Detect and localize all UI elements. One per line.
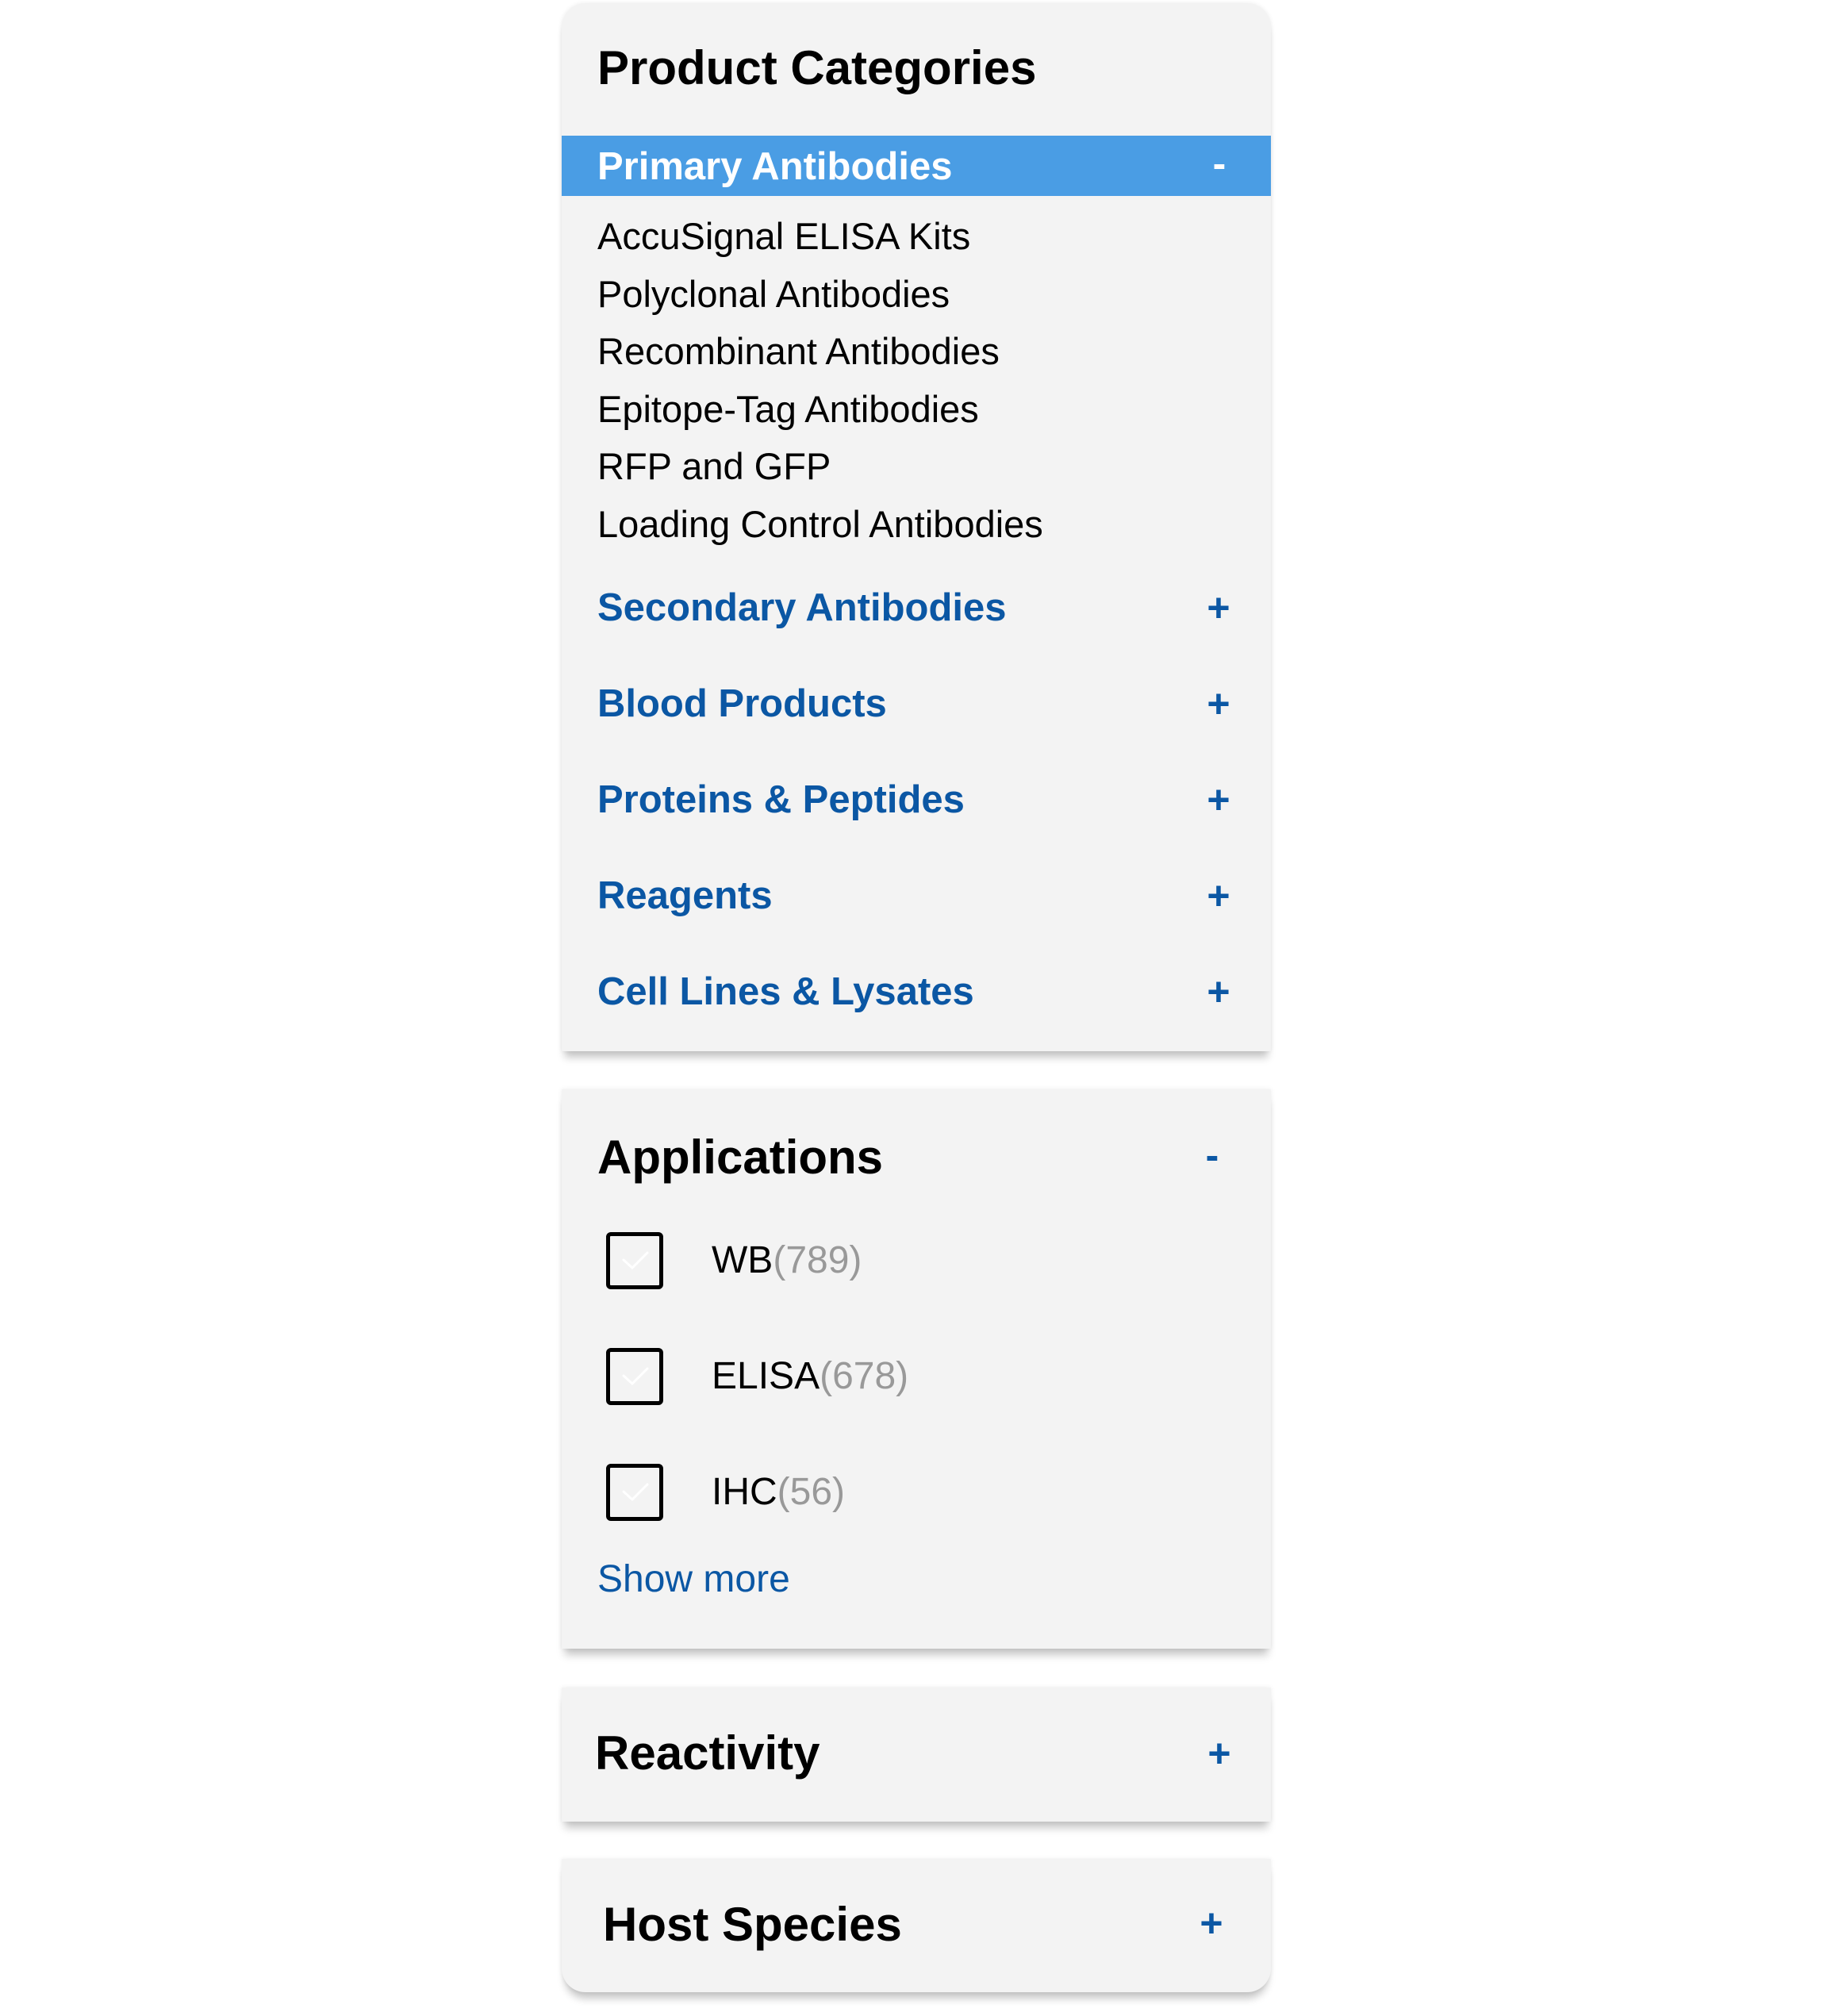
subcategory-epitope-tag-antibodies[interactable]: Epitope-Tag Antibodies — [597, 381, 1043, 439]
expand-icon[interactable]: + — [1199, 588, 1238, 628]
option-label: ELISA(678) — [712, 1355, 909, 1397]
collapse-icon[interactable]: - — [1192, 1135, 1232, 1175]
option-label: WB(789) — [712, 1239, 862, 1281]
applications-filter-panel: Applications - WB(789) ELISA(678) IHC(56… — [562, 1089, 1271, 1649]
expand-icon[interactable]: + — [1200, 1734, 1239, 1773]
category-label: Blood Products — [597, 682, 887, 725]
checkbox[interactable] — [606, 1232, 663, 1289]
category-cell-lines-lysates[interactable]: Cell Lines & Lysates + — [562, 960, 1271, 1023]
expand-icon[interactable]: + — [1199, 972, 1238, 1012]
expand-icon[interactable]: + — [1199, 684, 1238, 724]
checkbox[interactable] — [606, 1464, 663, 1521]
category-reagents[interactable]: Reagents + — [562, 864, 1271, 927]
check-icon — [622, 1483, 649, 1502]
expand-icon[interactable]: + — [1192, 1903, 1231, 1943]
option-count: (56) — [777, 1471, 846, 1513]
category-primary-antibodies[interactable]: Primary Antibodies - — [562, 136, 1271, 196]
category-label: Reagents — [597, 874, 773, 917]
category-blood-products[interactable]: Blood Products + — [562, 672, 1271, 735]
category-label: Secondary Antibodies — [597, 586, 1007, 629]
reactivity-title: Reactivity — [595, 1726, 820, 1780]
subcategory-rfp-and-gfp[interactable]: RFP and GFP — [597, 438, 1043, 496]
expand-icon[interactable]: + — [1199, 876, 1238, 916]
subcategory-loading-control-antibodies[interactable]: Loading Control Antibodies — [597, 496, 1043, 554]
subcategory-accusignal-elisa-kits[interactable]: AccuSignal ELISA Kits — [597, 208, 1043, 266]
collapse-icon[interactable]: - — [1200, 144, 1239, 183]
option-count: (678) — [820, 1355, 909, 1397]
primary-antibodies-subcategories: AccuSignal ELISA Kits Polyclonal Antibod… — [597, 208, 1043, 553]
category-label: Primary Antibodies — [597, 145, 953, 188]
check-icon — [622, 1367, 649, 1386]
subcategory-recombinant-antibodies[interactable]: Recombinant Antibodies — [597, 323, 1043, 381]
category-proteins-peptides[interactable]: Proteins & Peptides + — [562, 768, 1271, 831]
reactivity-filter-panel[interactable]: Reactivity + — [562, 1688, 1271, 1822]
subcategory-polyclonal-antibodies[interactable]: Polyclonal Antibodies — [597, 266, 1043, 324]
host-species-filter-panel[interactable]: Host Species + — [562, 1859, 1271, 1992]
option-label: IHC(56) — [712, 1471, 846, 1513]
option-count: (789) — [773, 1239, 862, 1281]
applications-title: Applications — [597, 1131, 884, 1184]
category-secondary-antibodies[interactable]: Secondary Antibodies + — [562, 576, 1271, 639]
show-more-link[interactable]: Show more — [597, 1561, 790, 1599]
checkbox[interactable] — [606, 1348, 663, 1405]
host-species-title: Host Species — [603, 1898, 902, 1951]
check-icon — [622, 1251, 649, 1270]
category-label: Proteins & Peptides — [597, 778, 965, 821]
category-label: Cell Lines & Lysates — [597, 970, 974, 1013]
product-categories-title: Product Categories — [597, 41, 1037, 94]
product-categories-panel: Product Categories Primary Antibodies - … — [562, 3, 1271, 1051]
expand-icon[interactable]: + — [1199, 780, 1238, 820]
